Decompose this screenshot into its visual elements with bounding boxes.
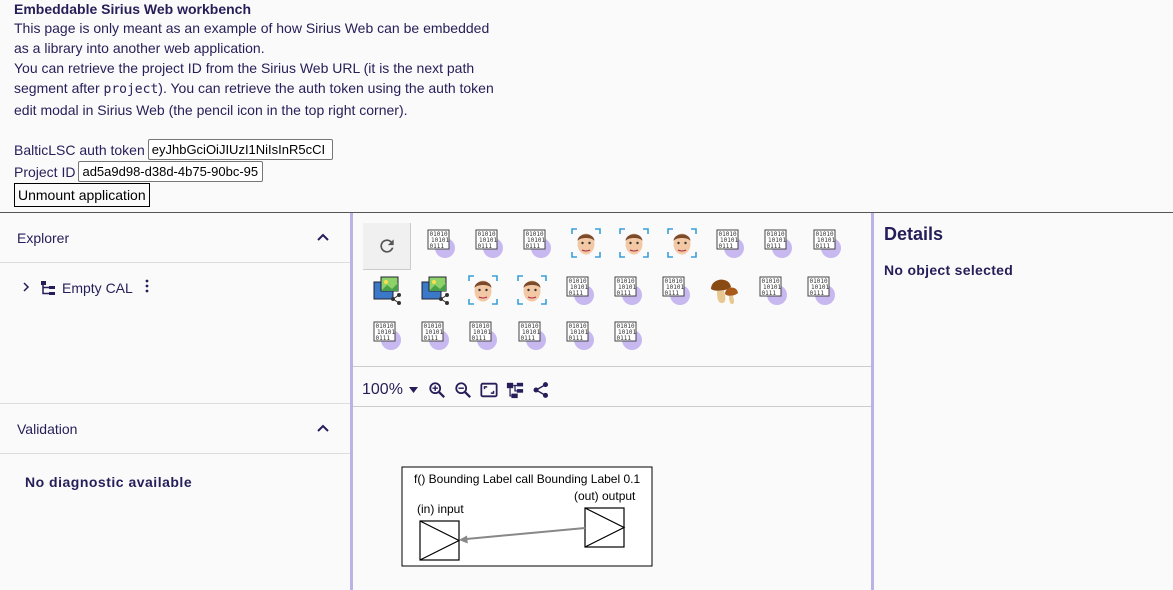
diagram-node[interactable]: f() Bounding Label call Bounding Label 0… xyxy=(401,466,653,567)
unmount-button[interactable]: Unmount application xyxy=(14,183,150,207)
more-vertical-icon[interactable] xyxy=(145,279,149,296)
tree-item[interactable]: Empty CAL xyxy=(22,279,149,296)
refresh-button[interactable] xyxy=(363,223,411,270)
binary-data-icon[interactable]: 01010 10101 0111 xyxy=(762,227,794,259)
zoom-level[interactable]: 100% xyxy=(362,381,403,399)
zoom-in-icon[interactable] xyxy=(428,381,446,399)
svg-text:0111: 0111 xyxy=(376,335,391,342)
details-title: Details xyxy=(884,224,944,244)
explorer-header[interactable]: Explorer xyxy=(0,213,350,263)
diagram-canvas[interactable]: f() Bounding Label call Bounding Label 0… xyxy=(353,407,871,590)
svg-text:0111: 0111 xyxy=(424,335,439,342)
divider xyxy=(353,366,871,367)
binary-data-icon[interactable]: 01010 10101 0111 xyxy=(811,227,843,259)
binary-data-icon[interactable]: 01010 10101 0111 xyxy=(419,319,451,351)
binary-data-icon[interactable]: 01010 10101 0111 xyxy=(612,319,644,351)
palette: 01010 10101 0111 01010 10101 0111 01010 … xyxy=(353,213,871,366)
svg-text:0111: 0111 xyxy=(478,243,493,250)
face-icon[interactable] xyxy=(467,274,499,306)
svg-text:0111: 0111 xyxy=(809,290,824,297)
validation-title: Validation xyxy=(17,420,78,437)
diagram-toolbar: 100% xyxy=(353,373,554,407)
intro-line: segment after project). You can retrieve… xyxy=(14,80,494,97)
token-row: BalticLSC auth token xyxy=(14,139,333,160)
output-port[interactable] xyxy=(584,507,626,548)
refresh-icon xyxy=(379,239,394,253)
caret-down-icon[interactable] xyxy=(408,385,418,396)
svg-text:0111: 0111 xyxy=(815,243,830,250)
chevron-up-icon[interactable] xyxy=(316,230,330,244)
svg-text:0111: 0111 xyxy=(430,243,445,250)
svg-text:0111: 0111 xyxy=(617,290,632,297)
explorer-title: Explorer xyxy=(17,229,70,246)
page-title: Embeddable Sirius Web workbench xyxy=(14,1,252,17)
token-label: BalticLSC auth token xyxy=(14,141,145,158)
svg-text:0111: 0111 xyxy=(520,335,535,342)
binary-data-icon[interactable]: 01010 10101 0111 xyxy=(805,274,837,306)
binary-data-icon[interactable]: 01010 10101 0111 xyxy=(714,227,746,259)
arrange-all-icon[interactable] xyxy=(506,381,524,399)
binary-data-icon[interactable]: 01010 10101 0111 xyxy=(425,227,457,259)
intro-section: Embeddable Sirius Web workbench This pag… xyxy=(14,0,534,120)
svg-text:0111: 0111 xyxy=(719,243,734,250)
face-icon[interactable] xyxy=(666,227,698,259)
chevron-right-icon[interactable] xyxy=(22,281,32,295)
binary-data-icon[interactable]: 01010 10101 0111 xyxy=(564,319,596,351)
mushroom-icon[interactable] xyxy=(708,274,740,306)
image-share-icon[interactable] xyxy=(371,274,403,306)
binary-data-icon[interactable]: 01010 10101 0111 xyxy=(757,274,789,306)
project-code: project xyxy=(103,82,159,97)
validation-empty-message: No diagnostic available xyxy=(25,474,193,490)
intro-line: You can retrieve the project ID from the… xyxy=(14,60,475,76)
intro-line: This page is only meant as an example of… xyxy=(14,20,490,36)
binary-data-icon[interactable]: 01010 10101 0111 xyxy=(516,319,548,351)
face-icon[interactable] xyxy=(618,227,650,259)
tree-structure-icon xyxy=(41,280,55,295)
project-id-input[interactable] xyxy=(78,161,264,182)
fit-to-screen-icon[interactable] xyxy=(480,381,498,399)
binary-data-icon[interactable]: 01010 10101 0111 xyxy=(660,274,692,306)
svg-text:0111: 0111 xyxy=(526,243,541,250)
intro-line: edit modal in Sirius Web (the pencil ico… xyxy=(14,102,408,118)
binary-data-icon[interactable]: 01010 10101 0111 xyxy=(564,274,596,306)
svg-text:0111: 0111 xyxy=(665,290,680,297)
svg-text:0111: 0111 xyxy=(617,335,632,342)
validation-header[interactable]: Validation xyxy=(0,404,350,454)
image-share-icon[interactable] xyxy=(419,274,451,306)
binary-data-icon[interactable]: 01010 10101 0111 xyxy=(371,319,403,351)
binary-data-icon[interactable]: 01010 10101 0111 xyxy=(473,227,505,259)
svg-text:0111: 0111 xyxy=(568,290,583,297)
project-row: Project ID xyxy=(14,161,264,182)
input-port[interactable] xyxy=(419,520,461,561)
intro-line: as a library into another web applicatio… xyxy=(14,40,265,56)
share-icon[interactable] xyxy=(532,381,550,399)
face-icon[interactable] xyxy=(516,274,548,306)
output-port-label: (out) output xyxy=(574,489,636,503)
binary-data-icon[interactable]: 01010 10101 0111 xyxy=(467,319,499,351)
input-port-label: (in) input xyxy=(417,502,464,516)
tree-item-label: Empty CAL xyxy=(62,279,133,296)
zoom-out-icon[interactable] xyxy=(454,381,472,399)
panel-resizer[interactable] xyxy=(871,213,874,590)
left-panel: Explorer Empty CAL Validation No diagnos… xyxy=(0,213,350,590)
binary-data-icon[interactable]: 01010 10101 0111 xyxy=(521,227,553,259)
binary-data-icon[interactable]: 01010 10101 0111 xyxy=(612,274,644,306)
svg-text:0111: 0111 xyxy=(568,335,583,342)
node-title: f() Bounding Label call Bounding Label 0… xyxy=(414,472,640,486)
chevron-up-icon[interactable] xyxy=(316,421,330,435)
svg-text:0111: 0111 xyxy=(761,290,776,297)
details-empty-message: No object selected xyxy=(884,262,1014,278)
face-icon[interactable] xyxy=(570,227,602,259)
svg-text:0111: 0111 xyxy=(767,243,782,250)
project-label: Project ID xyxy=(14,163,76,180)
auth-token-input[interactable] xyxy=(147,139,333,160)
svg-text:0111: 0111 xyxy=(472,335,487,342)
